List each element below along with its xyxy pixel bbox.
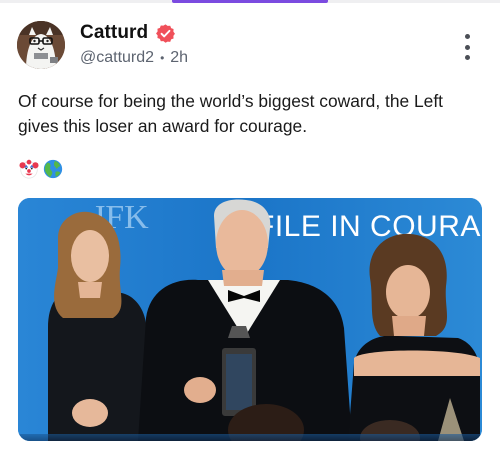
name-row: Catturd xyxy=(80,22,188,44)
media-caption: FILE IN COURA xyxy=(256,210,481,243)
avatar-image xyxy=(17,21,65,69)
post-media-image[interactable]: JFK FILE IN COURA xyxy=(18,198,482,441)
clown-face-icon xyxy=(19,159,39,179)
post-text: Of course for being the world’s biggest … xyxy=(18,91,444,136)
author-handle[interactable]: @catturd2 xyxy=(80,49,154,67)
active-tab-indicator xyxy=(172,0,328,3)
meta-row: @catturd2 • 2h xyxy=(80,49,188,67)
globe-icon xyxy=(43,159,63,179)
more-dot xyxy=(464,34,470,39)
emoji-row xyxy=(18,158,64,180)
meta-separator: • xyxy=(160,51,165,65)
more-options-icon[interactable] xyxy=(460,34,474,60)
verified-badge-icon xyxy=(156,23,176,43)
author-name[interactable]: Catturd xyxy=(80,22,148,44)
more-dot xyxy=(464,55,470,60)
post-header: Catturd @catturd2 • 2h xyxy=(80,22,188,67)
post-timestamp[interactable]: 2h xyxy=(170,49,188,67)
media-scene: JFK FILE IN COURA xyxy=(18,198,482,441)
avatar[interactable] xyxy=(17,21,65,69)
more-dot xyxy=(464,44,470,50)
